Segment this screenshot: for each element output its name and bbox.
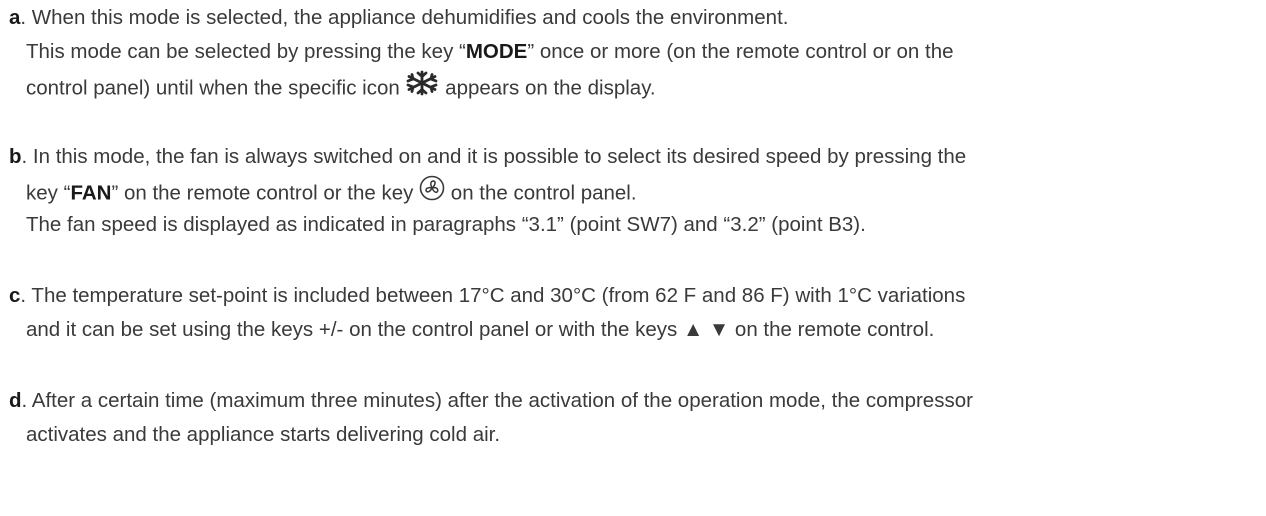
- item-d-text-1: . After a certain time (maximum three mi…: [21, 389, 973, 412]
- item-c-letter: c: [9, 284, 21, 307]
- snowflake-icon: [405, 70, 439, 104]
- item-b-text-1: . In this mode, the fan is always switch…: [21, 145, 967, 168]
- fan-key-label: FAN: [70, 181, 112, 205]
- item-b-line-3: The fan speed is displayed as indicated …: [26, 211, 866, 239]
- item-d-line-1: d. After a certain time (maximum three m…: [9, 387, 973, 415]
- item-d-letter: d: [9, 389, 22, 412]
- item-c-text-1: . The temperature set-point is included …: [20, 284, 966, 307]
- item-a-text-1: . When this mode is selected, the applia…: [20, 6, 789, 29]
- item-b-text-2-pre: key “: [26, 181, 71, 205]
- item-a-line-2: This mode can be selected by pressing th…: [26, 38, 954, 66]
- item-a-letter: a: [9, 6, 21, 29]
- item-c-text-2: and it can be set using the keys +/- on …: [26, 318, 935, 341]
- item-a-text-3-pre: control panel) until when the specific i…: [26, 76, 406, 100]
- fan-icon: [419, 175, 445, 209]
- item-c-line-2: and it can be set using the keys +/- on …: [26, 316, 934, 344]
- item-b-letter: b: [9, 145, 22, 168]
- item-a-text-2-pre: This mode can be selected by pressing th…: [26, 40, 466, 63]
- item-a-text-2-post: ” once or more (on the remote control or…: [527, 40, 954, 63]
- item-a-line-1: a. When this mode is selected, the appli…: [9, 4, 788, 32]
- item-d-text-2: activates and the appliance starts deliv…: [26, 423, 501, 446]
- item-b-line-2: key “FAN” on the remote control or the k…: [26, 175, 637, 211]
- item-d-line-2: activates and the appliance starts deliv…: [26, 421, 500, 449]
- item-b-text-2-post: on the control panel.: [445, 181, 637, 205]
- item-b-text-3: The fan speed is displayed as indicated …: [26, 213, 866, 236]
- item-a-line-3: control panel) until when the specific i…: [26, 70, 656, 106]
- item-b-text-2-mid: ” on the remote control or the key: [111, 181, 420, 205]
- item-a-text-3-post: appears on the display.: [439, 76, 656, 100]
- item-c-line-1: c. The temperature set-point is included…: [9, 282, 965, 310]
- item-b-line-1: b. In this mode, the fan is always switc…: [9, 143, 966, 171]
- mode-key-label: MODE: [465, 40, 528, 63]
